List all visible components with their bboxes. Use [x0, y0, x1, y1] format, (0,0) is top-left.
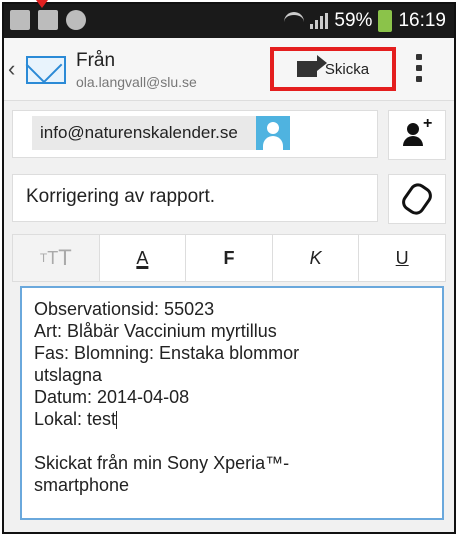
- wifi-icon: [284, 11, 305, 31]
- overflow-menu-icon[interactable]: [416, 54, 422, 82]
- mail-icon: [38, 10, 58, 30]
- italic-button[interactable]: K: [273, 235, 360, 281]
- battery-icon: [378, 10, 393, 32]
- body-line-with-cursor: Lokal: test: [34, 409, 118, 430]
- body-line: Observationsid: 55023: [34, 299, 215, 319]
- android-icon: [66, 10, 86, 30]
- email-app-icon[interactable]: [26, 56, 66, 84]
- annotation-arrow: [36, 0, 48, 8]
- paperclip-icon: [398, 179, 436, 219]
- action-bar: ‹ Från ola.langvall@slu.se Skicka: [4, 38, 454, 101]
- body-line: Datum: 2014-04-08: [34, 387, 190, 407]
- add-contact-button[interactable]: +: [388, 110, 446, 160]
- send-label: Skicka: [324, 60, 370, 78]
- from-email[interactable]: ola.langvall@slu.se: [76, 74, 197, 90]
- message-body[interactable]: Observationsid: 55023 Art: Blåbär Vaccin…: [20, 286, 444, 520]
- status-bar: 59% 16:19: [4, 4, 454, 38]
- notification-icons: [10, 10, 86, 30]
- underline-button[interactable]: U: [359, 235, 445, 281]
- image-icon: [10, 10, 30, 30]
- recipient-chip[interactable]: info@naturenskalender.se: [32, 116, 290, 150]
- send-button[interactable]: Skicka: [270, 47, 396, 91]
- system-status: 59% 16:19: [284, 10, 446, 32]
- attach-button[interactable]: [388, 174, 446, 224]
- back-icon[interactable]: ‹: [8, 56, 15, 82]
- body-line: Art: Blåbär Vaccinium myrtillus: [34, 321, 277, 341]
- phone-screen: 59% 16:19 ‹ Från ola.langvall@slu.se Ski…: [2, 2, 456, 534]
- recipient-address: info@naturenskalender.se: [40, 123, 238, 142]
- battery-percent: 59%: [334, 10, 373, 31]
- format-toolbar: TTT A F K U: [12, 234, 446, 282]
- body-line: smartphone: [34, 475, 130, 495]
- bold-button[interactable]: F: [186, 235, 273, 281]
- body-line: Skickat från min Sony Xperia™-: [34, 453, 290, 473]
- body-line: Fas: Blomning: Enstaka blommor: [34, 343, 300, 363]
- from-label: Från: [76, 50, 116, 71]
- clock: 16:19: [398, 10, 446, 31]
- body-line: [34, 430, 430, 452]
- text-size-button[interactable]: TTT: [13, 235, 100, 281]
- text-cursor: [116, 411, 118, 430]
- send-icon: [296, 55, 327, 77]
- subject-text: Korrigering av rapport.: [26, 186, 216, 207]
- body-line: utslagna: [34, 365, 103, 385]
- signal-icon: [310, 13, 329, 29]
- add-person-icon: +: [403, 115, 432, 147]
- contact-avatar-icon: [256, 116, 290, 150]
- font-color-button[interactable]: A: [100, 235, 187, 281]
